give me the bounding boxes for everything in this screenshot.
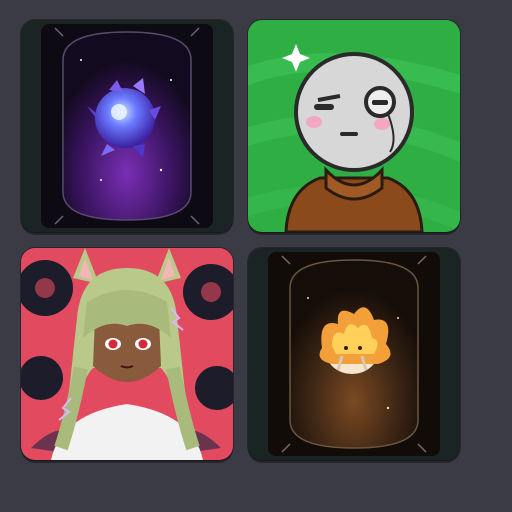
gallery-tile-flame-spirit[interactable] [248,248,460,460]
anime-girl-art [21,248,233,460]
gallery-tile-monocle-character[interactable] [248,20,460,232]
gallery-tile-anime-girl[interactable] [21,248,233,460]
image-grid [0,0,512,512]
flame-spirit-card-art [248,248,460,460]
monocle-character-art [248,20,460,232]
crystal-orb-card-art [21,20,233,232]
gallery-tile-crystal-orb[interactable] [21,20,233,232]
